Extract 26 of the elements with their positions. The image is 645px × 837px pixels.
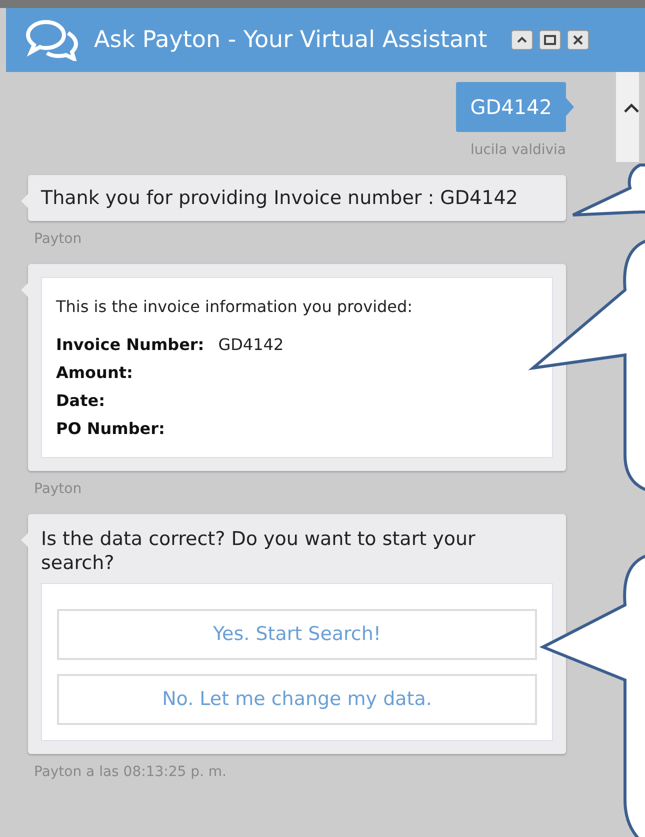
user-message-bubble: GD4142 [456,82,566,132]
bubble-tail [566,98,574,116]
close-icon [573,35,584,45]
field-label: Amount: [56,362,133,384]
sender-name: Payton a las 08:13:25 p. m. [34,763,228,782]
sender-name: lucila valdivia [470,141,566,160]
message-text: Is the data correct? Do you want to start your search? [41,527,476,575]
choice-button[interactable]: No. Let me change my data. [57,674,537,725]
close-button[interactable] [567,30,590,50]
message-text: Thank you for providing Invoice number : GD4142 [41,187,519,209]
field-label: PO Number: [56,418,165,440]
field-label: Invoice Number: [56,334,204,356]
caret-up-icon[interactable] [624,102,639,114]
sender-name: Payton [34,480,83,499]
scrollbar[interactable] [616,72,639,162]
square-icon [544,35,556,45]
field-value: GD4142 [218,334,284,356]
field-label: Date: [56,390,105,412]
caret-up-icon [516,36,528,44]
collapse-button[interactable] [511,30,534,50]
sender-name: Payton [34,230,83,249]
chat-bubbles-icon [24,19,80,61]
info-text: This is the invoice information you provided: [56,296,414,318]
choice-button[interactable]: Yes. Start Search! [57,609,537,660]
window-title: Ask Payton - Your Virtual Assistant [94,26,488,55]
maximize-button[interactable] [539,30,562,50]
